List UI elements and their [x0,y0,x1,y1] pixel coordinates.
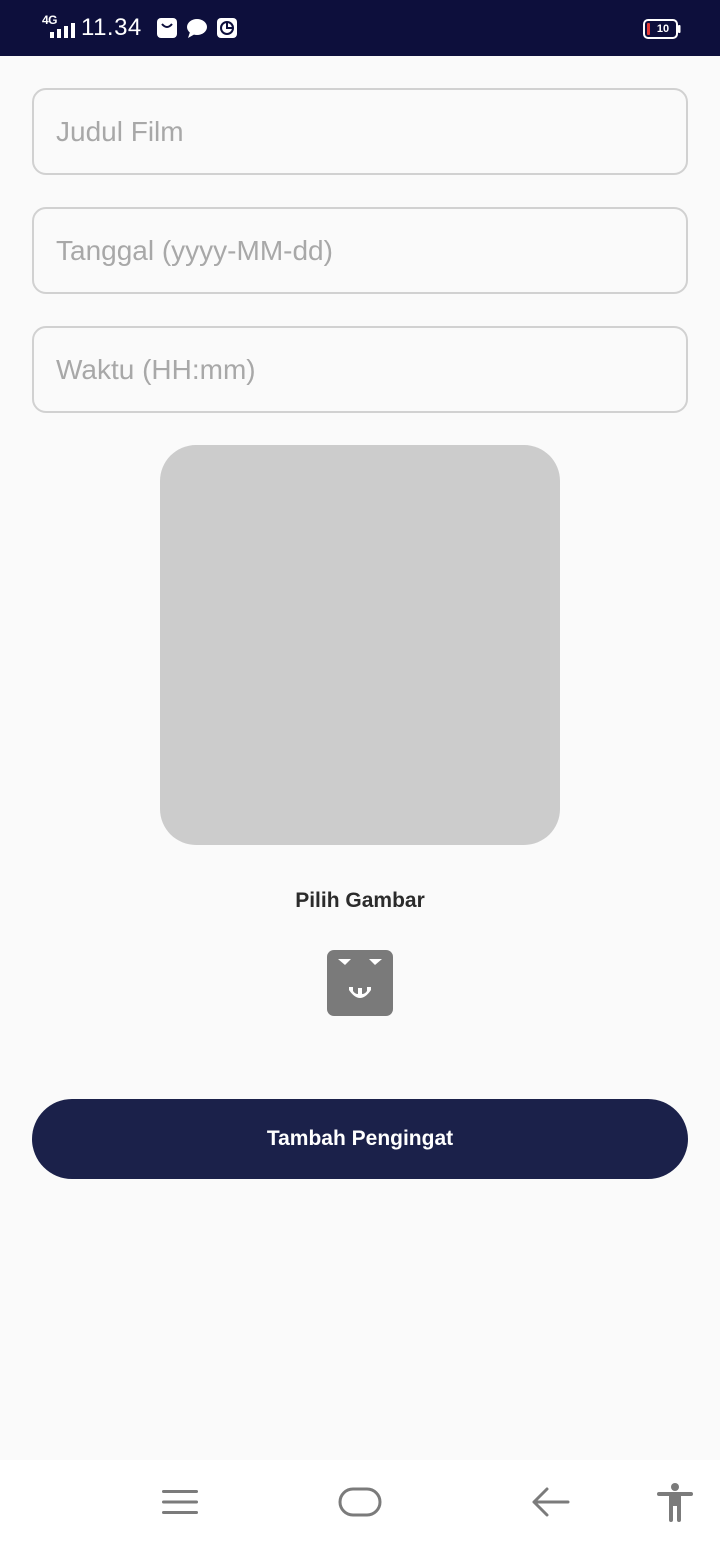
date-input[interactable] [32,207,688,294]
signal-bars-icon [50,23,75,38]
image-picker-icon [338,959,382,998]
bag-icon [157,18,177,38]
navigation-bar [0,1460,720,1544]
home-icon[interactable] [338,1487,382,1517]
chat-bubble-icon [187,19,207,38]
status-bar: 4G 11.34 10 [0,0,720,56]
signal-indicator: 4G [42,14,76,40]
pick-image-button[interactable] [327,950,393,1016]
time-input[interactable] [32,326,688,413]
image-preview [160,445,560,845]
battery-level: 10 [656,23,670,35]
back-icon[interactable] [530,1486,570,1518]
add-reminder-button[interactable]: Tambah Pengingat [32,1099,688,1179]
status-time: 11.34 [81,14,142,41]
movie-title-input[interactable] [32,88,688,175]
pick-image-label: Pilih Gambar [295,889,425,912]
menu-icon[interactable] [160,1488,200,1516]
accessibility-icon[interactable] [656,1482,694,1522]
pie-chart-icon [217,18,237,38]
